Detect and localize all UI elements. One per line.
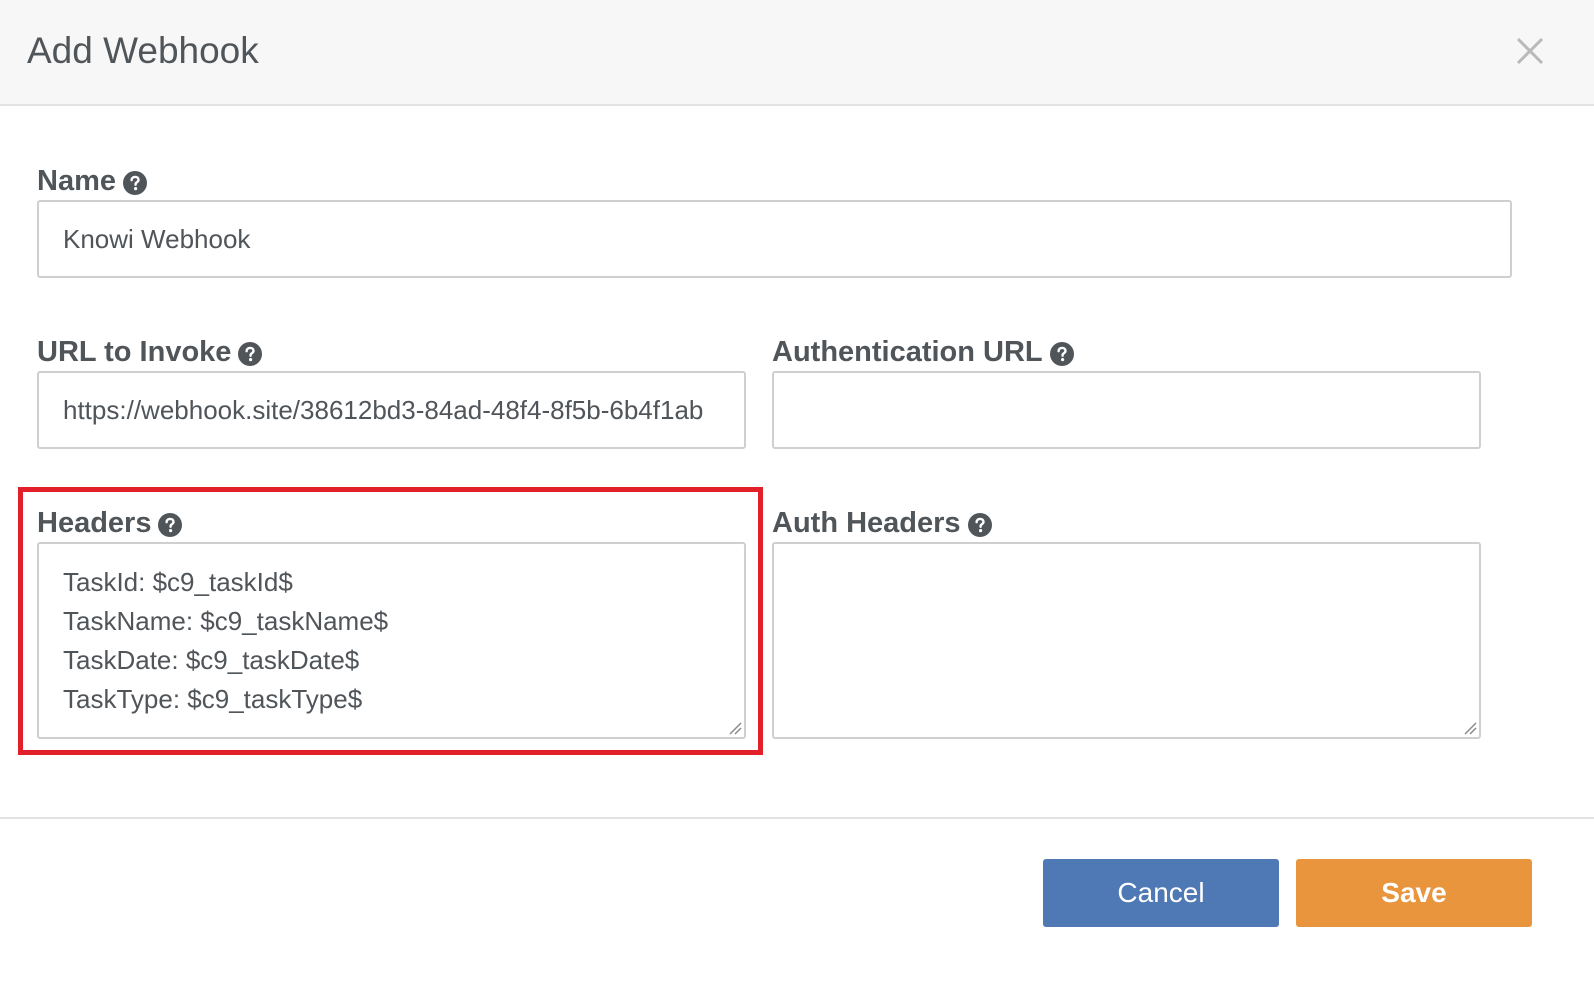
resize-handle-icon[interactable] <box>728 721 742 735</box>
dialog-header: Add Webhook <box>0 0 1594 106</box>
name-label-text: Name <box>37 165 116 197</box>
cancel-button[interactable]: Cancel <box>1043 859 1279 927</box>
auth-url-label-text: Authentication URL <box>772 336 1043 368</box>
auth-url-label: Authentication URL <box>772 335 1074 369</box>
url-label: URL to Invoke <box>37 335 263 369</box>
dialog-title: Add Webhook <box>27 30 259 71</box>
resize-handle-icon[interactable] <box>1463 721 1477 735</box>
help-icon[interactable] <box>967 511 992 537</box>
auth-url-input[interactable] <box>772 371 1481 449</box>
close-icon[interactable] <box>1512 33 1548 69</box>
auth-headers-label: Auth Headers <box>772 506 992 540</box>
help-icon[interactable] <box>158 511 183 537</box>
headers-label: Headers <box>37 506 183 540</box>
name-input[interactable] <box>37 200 1512 278</box>
headers-label-text: Headers <box>37 507 152 539</box>
auth-headers-textarea[interactable] <box>772 542 1481 739</box>
add-webhook-dialog: Add Webhook Name URL to Invoke <box>0 0 1594 982</box>
help-icon[interactable] <box>1049 340 1074 366</box>
save-button[interactable]: Save <box>1296 859 1532 927</box>
headers-textarea[interactable]: TaskId: $c9_taskId$ TaskName: $c9_taskNa… <box>37 542 746 739</box>
url-input[interactable] <box>37 371 746 449</box>
url-label-text: URL to Invoke <box>37 336 232 368</box>
help-icon[interactable] <box>123 169 147 195</box>
auth-headers-label-text: Auth Headers <box>772 507 961 539</box>
footer-divider <box>0 817 1594 819</box>
help-icon[interactable] <box>238 340 263 366</box>
name-label: Name <box>37 164 147 198</box>
